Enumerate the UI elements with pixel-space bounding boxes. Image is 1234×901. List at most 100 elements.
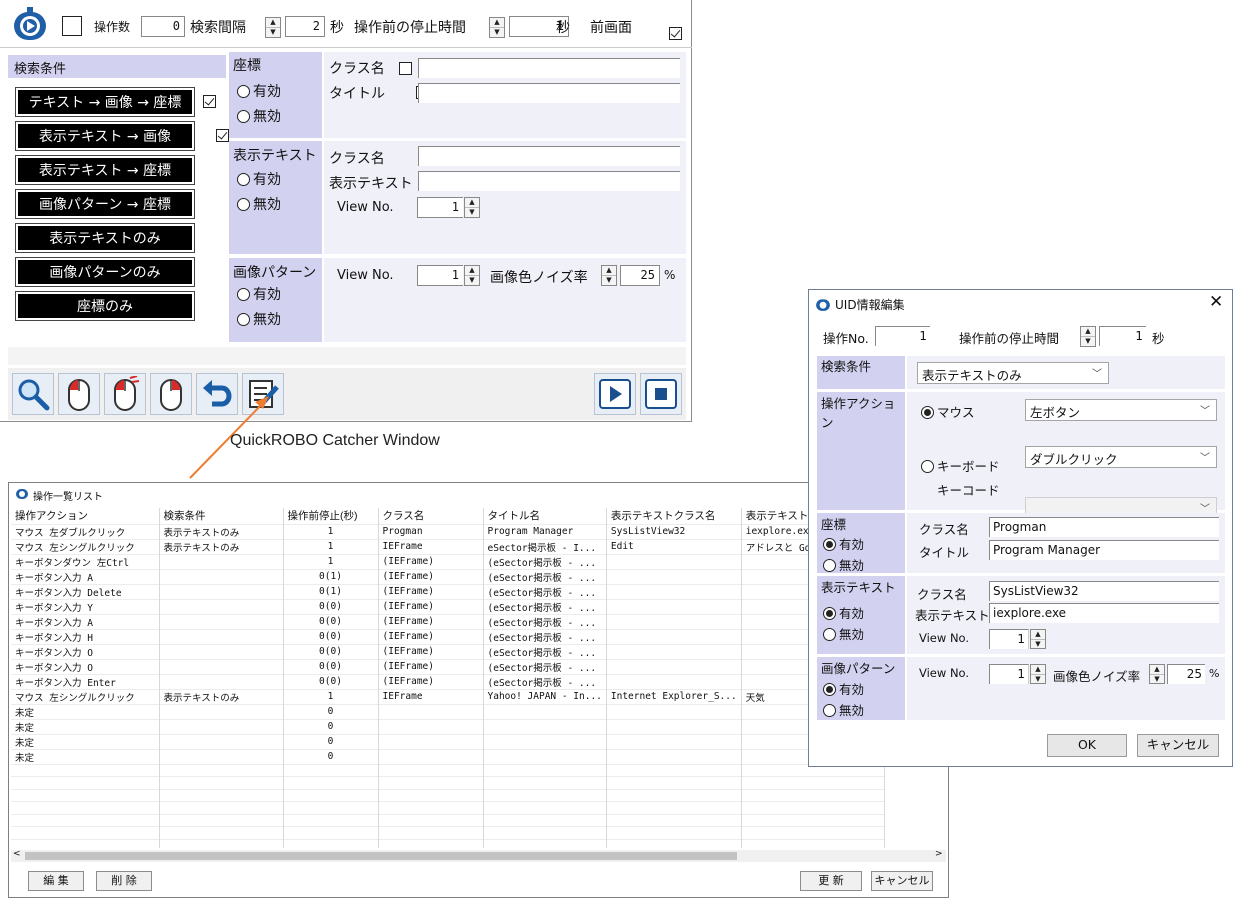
uid-noise-spinner[interactable]: ▲ ▼ <box>1149 664 1165 684</box>
radio-icon[interactable] <box>823 607 836 620</box>
mouse-double-click-icon[interactable] <box>104 373 146 415</box>
condition-button[interactable]: 表示テキスト → 座標 <box>15 155 195 185</box>
uid-img-invalid-radio[interactable]: 無効 <box>823 700 864 719</box>
spin-down-icon[interactable]: ▼ <box>490 27 504 37</box>
uid-class-field[interactable]: Progman <box>989 517 1219 537</box>
column-header[interactable]: 操作前停止(秒) <box>283 508 379 524</box>
uid-keyboard-radio[interactable]: キーボード <box>921 456 1000 475</box>
disptext-text-input[interactable] <box>418 171 680 191</box>
uid-disp-invalid-radio[interactable]: 無効 <box>823 624 864 643</box>
table-row[interactable] <box>11 801 885 815</box>
uid-disp-class-field[interactable]: SysListView32 <box>989 581 1219 601</box>
column-header[interactable]: クラス名 <box>378 508 484 524</box>
spin-up-icon[interactable]: ▲ <box>602 266 616 275</box>
spin-down-icon[interactable]: ▼ <box>1081 336 1095 346</box>
imgpat-noise-field[interactable]: 25 <box>620 265 660 286</box>
coord-class-checkbox[interactable] <box>399 62 412 75</box>
edit-button[interactable]: 編 集 <box>28 871 84 891</box>
pause-before-spinner[interactable]: ▲ ▼ <box>489 17 505 38</box>
uid-pause-field[interactable]: 1 <box>1099 326 1146 346</box>
spin-up-icon[interactable]: ▲ <box>1150 665 1164 674</box>
table-row[interactable] <box>11 776 885 790</box>
uid-img-viewno-field[interactable]: 1 <box>989 664 1029 684</box>
condition-checkbox[interactable] <box>216 129 229 142</box>
imgpat-viewno-spinner[interactable]: ▲ ▼ <box>464 265 480 286</box>
imgpat-noise-spinner[interactable]: ▲ ▼ <box>601 265 617 286</box>
uid-ok-button[interactable]: OK <box>1047 734 1127 757</box>
table-row[interactable]: 未定 0 <box>11 734 885 749</box>
spin-up-icon[interactable]: ▲ <box>465 266 479 275</box>
spin-up-icon[interactable]: ▲ <box>465 198 479 207</box>
foreground-checkbox[interactable] <box>669 27 683 40</box>
select-all-checkbox[interactable] <box>62 16 82 36</box>
radio-icon[interactable] <box>237 173 250 186</box>
table-row[interactable]: キーボタン入力 O 0(0) (IEFrame) (eSector掲示板 - ... <box>11 659 885 674</box>
spin-up-icon[interactable]: ▲ <box>490 18 504 27</box>
coord-invalid-radio[interactable]: 無効 <box>237 106 281 126</box>
imgpat-invalid-radio[interactable]: 無効 <box>237 309 281 329</box>
spin-down-icon[interactable]: ▼ <box>602 275 616 285</box>
radio-icon[interactable] <box>823 704 836 717</box>
spin-down-icon[interactable]: ▼ <box>1031 674 1045 684</box>
uid-noise-field[interactable]: 25 <box>1167 664 1205 684</box>
radio-icon[interactable] <box>921 406 934 419</box>
radio-icon[interactable] <box>921 460 934 473</box>
uid-title-field[interactable]: Program Manager <box>989 540 1219 560</box>
table-row[interactable]: マウス 左シングルクリック 表示テキストのみ 1 IEFrame eSector掲示板 … <box>11 539 885 554</box>
search-interval-field[interactable]: 2 <box>285 16 325 37</box>
spin-up-icon[interactable]: ▲ <box>1031 665 1045 674</box>
table-row[interactable]: キーボタン入力 A 0(0) (IEFrame) (eSector掲示板 - ... <box>11 614 885 629</box>
play-icon[interactable] <box>594 373 636 415</box>
uid-cancel-button[interactable]: キャンセル <box>1137 734 1219 757</box>
uid-img-viewno-spinner[interactable]: ▲ ▼ <box>1030 664 1046 684</box>
table-row[interactable]: 未定 0 <box>11 749 885 764</box>
mouse-left-click-icon[interactable] <box>58 373 100 415</box>
coord-title-input[interactable] <box>418 83 680 103</box>
disptext-class-input[interactable] <box>418 146 680 166</box>
imgpat-valid-radio[interactable]: 有効 <box>237 284 281 304</box>
spin-up-icon[interactable]: ▲ <box>1081 327 1095 336</box>
spin-up-icon[interactable]: ▲ <box>266 18 280 27</box>
list-cancel-button[interactable]: キャンセル <box>871 871 933 891</box>
disptext-invalid-radio[interactable]: 無効 <box>237 194 281 214</box>
uid-coord-valid-radio[interactable]: 有効 <box>823 534 864 553</box>
magnifier-icon[interactable] <box>12 373 54 415</box>
uid-mouse-click-dropdown[interactable]: ダブルクリック ﹀ <box>1025 446 1217 468</box>
scroll-left-icon[interactable]: < <box>13 849 21 859</box>
table-row[interactable]: キーボタン入力 Delete 0(1) (IEFrame) (eSector掲示板 -… <box>11 584 885 599</box>
table-row[interactable]: キーボタン入力 Enter 0(0) (IEFrame) (eSector掲示板 - … <box>11 674 885 689</box>
spin-up-icon[interactable]: ▲ <box>1031 630 1045 639</box>
close-icon[interactable]: ✕ <box>1209 292 1223 312</box>
uid-coord-invalid-radio[interactable]: 無効 <box>823 555 864 574</box>
radio-icon[interactable] <box>237 85 250 98</box>
table-row[interactable] <box>11 789 885 802</box>
condition-button[interactable]: 画像パターン → 座標 <box>15 189 195 219</box>
table-row[interactable]: 未定 0 <box>11 704 885 719</box>
radio-icon[interactable] <box>823 683 836 696</box>
radio-icon[interactable] <box>823 538 836 551</box>
uid-disp-viewno-spinner[interactable]: ▲ ▼ <box>1030 629 1046 649</box>
column-header[interactable]: 検索条件 <box>159 508 284 524</box>
column-header[interactable]: タイトル名 <box>483 508 607 524</box>
disptext-viewno-field[interactable]: 1 <box>417 197 463 218</box>
spin-down-icon[interactable]: ▼ <box>465 275 479 285</box>
column-header[interactable]: 操作アクション <box>11 508 160 524</box>
uid-disp-text-field[interactable]: iexplore.exe <box>989 603 1219 623</box>
coord-class-input[interactable] <box>418 58 680 78</box>
spin-down-icon[interactable]: ▼ <box>1150 674 1164 684</box>
uid-disp-viewno-field[interactable]: 1 <box>989 629 1029 649</box>
delete-button[interactable]: 削 除 <box>96 871 152 891</box>
column-header[interactable]: 表示テキストクラス名 <box>606 508 742 524</box>
condition-checkbox[interactable] <box>203 95 216 108</box>
spin-down-icon[interactable]: ▼ <box>1031 639 1045 649</box>
table-row[interactable]: キーボタン入力 H 0(0) (IEFrame) (eSector掲示板 - ... <box>11 629 885 644</box>
table-row[interactable] <box>11 826 885 840</box>
table-row[interactable]: キーボタンダウン 左Ctrl 1 (IEFrame) (eSector掲示板 - ..… <box>11 554 885 569</box>
table-row[interactable]: マウス 左ダブルクリック 表示テキストのみ 1 Progman Program Mana… <box>11 524 885 539</box>
spin-down-icon[interactable]: ▼ <box>266 27 280 37</box>
uid-img-valid-radio[interactable]: 有効 <box>823 679 864 698</box>
stop-icon[interactable] <box>640 373 682 415</box>
radio-icon[interactable] <box>237 110 250 123</box>
uid-mouse-button-dropdown[interactable]: 左ボタン ﹀ <box>1025 399 1217 421</box>
table-row[interactable] <box>11 839 885 848</box>
